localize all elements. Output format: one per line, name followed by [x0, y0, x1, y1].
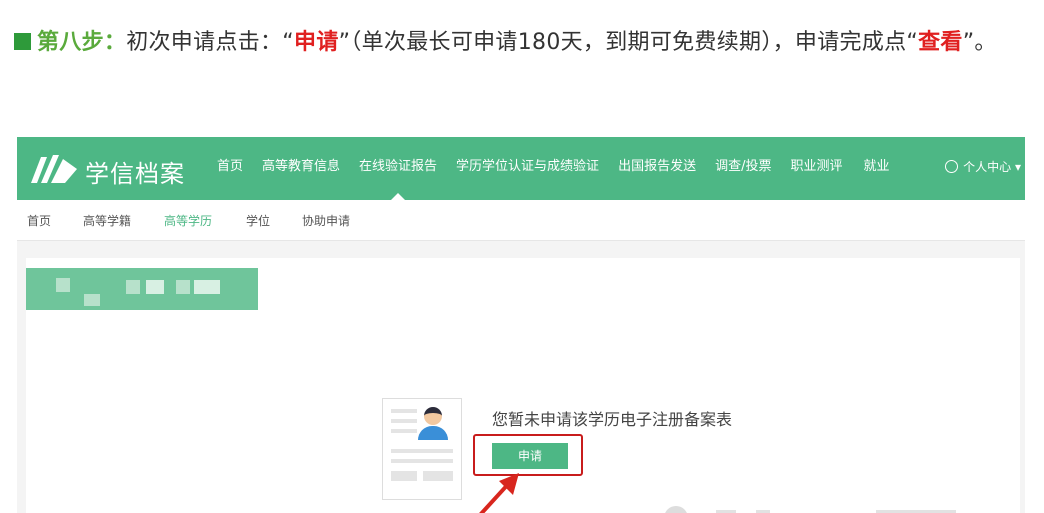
nav-item-employment[interactable]: 就业: [863, 137, 889, 200]
document-illustration: [382, 398, 462, 500]
blur-block: [194, 280, 220, 294]
logo-icon: [31, 155, 77, 183]
brand-title: 学信档案: [85, 160, 185, 188]
subnav-item-degree-record[interactable]: 高等学历: [164, 212, 212, 229]
blur-block: [56, 278, 70, 292]
nav-item-online-report[interactable]: 在线验证报告: [359, 137, 437, 200]
subnav-item-enrollment[interactable]: 高等学籍: [83, 212, 131, 229]
content-panel: 您暂未申请该学历电子注册备案表 申请: [26, 258, 1020, 513]
doc-line: [391, 409, 417, 413]
red-arrow-icon: [479, 473, 519, 513]
user-icon: [945, 160, 959, 173]
apply-highlight: 申请: [294, 30, 339, 55]
nav-item-certification[interactable]: 学历学位认证与成绩验证: [456, 137, 599, 200]
blurred-school-bar: [26, 268, 258, 310]
doc-line: [391, 449, 453, 453]
subnav-item-degree[interactable]: 学位: [246, 212, 270, 229]
doc-block: [423, 471, 453, 481]
nav-item-home[interactable]: 首页: [217, 137, 243, 200]
subnav-item-assist-apply[interactable]: 协助申请: [302, 212, 350, 229]
website-screenshot: 学信档案 首页 高等教育信息 在线验证报告 学历学位认证与成绩验证 出国报告发送…: [17, 137, 1025, 513]
instruction-part-a: 初次申请点击：“: [126, 30, 295, 55]
top-navbar: 学信档案 首页 高等教育信息 在线验证报告 学历学位认证与成绩验证 出国报告发送…: [17, 137, 1025, 200]
blur-block: [126, 280, 140, 294]
user-center[interactable]: 个人中心 ▾: [945, 137, 1021, 197]
instruction-text: 第八步：初次申请点击：“申请”（单次最长可申请180天，到期可免费续期），申请完…: [14, 22, 1038, 64]
doc-line: [391, 459, 453, 463]
apply-button[interactable]: 申请: [492, 443, 568, 469]
person-head-icon: [424, 407, 442, 425]
sub-navbar: 首页 高等学籍 高等学历 学位 协助申请: [17, 200, 1025, 241]
empty-state-message: 您暂未申请该学历电子注册备案表: [492, 410, 733, 429]
doc-block: [391, 471, 417, 481]
blur-block: [146, 280, 164, 294]
main-menu: 首页 高等教育信息 在线验证报告 学历学位认证与成绩验证 出国报告发送 调查/投…: [217, 137, 909, 200]
green-square-icon: [14, 33, 31, 50]
blurred-icon: [664, 506, 688, 513]
user-center-label: 个人中心 ▾: [963, 160, 1021, 174]
instruction-part-b: ”（单次最长可申请180天，到期可免费续期），申请完成点“: [338, 30, 919, 55]
nav-item-survey[interactable]: 调查/投票: [715, 137, 771, 200]
nav-item-abroad-report[interactable]: 出国报告发送: [618, 137, 696, 200]
view-highlight: 查看: [918, 30, 963, 55]
nav-item-career-test[interactable]: 职业测评: [790, 137, 842, 200]
blur-block: [176, 280, 190, 294]
doc-line: [391, 429, 417, 433]
doc-line: [391, 419, 417, 423]
instruction-part-c: ”。: [962, 30, 997, 55]
person-body-icon: [418, 426, 448, 440]
nav-item-higher-education[interactable]: 高等教育信息: [262, 137, 340, 200]
step-label: 第八步：: [37, 30, 127, 55]
subnav-item-home[interactable]: 首页: [27, 212, 51, 229]
blur-block: [84, 294, 100, 306]
